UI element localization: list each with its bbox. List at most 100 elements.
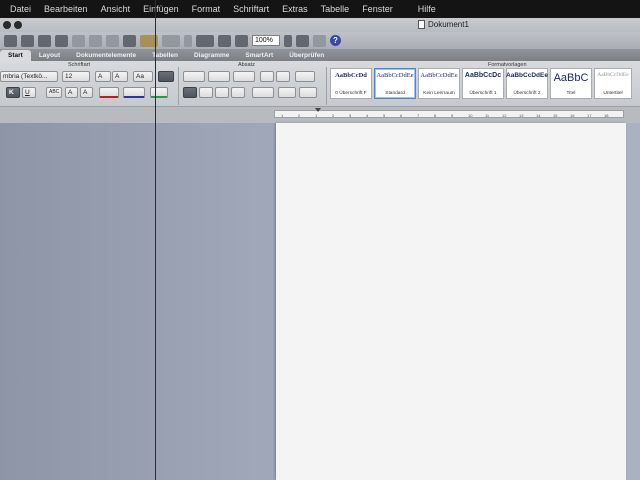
ruler-tick-label: 14 bbox=[536, 113, 541, 118]
ruler-tick-label: 7 bbox=[417, 113, 420, 118]
strikethrough-button[interactable]: ABC bbox=[46, 87, 62, 98]
cut-icon[interactable] bbox=[72, 34, 85, 47]
ruler-tick-label: 2 bbox=[298, 113, 301, 118]
new-document-icon[interactable] bbox=[4, 34, 17, 47]
minimize-window-button[interactable] bbox=[14, 21, 22, 29]
ruler-tick-label: 15 bbox=[553, 113, 558, 118]
ribbon-panel: Schriftart Absatz Formatvorlagen mbria (… bbox=[0, 61, 640, 107]
style-preview: AaBbCcDdEe bbox=[597, 72, 629, 78]
menu-ansicht[interactable]: Ansicht bbox=[101, 4, 131, 14]
superscript-button[interactable]: A bbox=[65, 87, 78, 98]
font-size-select[interactable]: 12 bbox=[62, 71, 90, 82]
group-label-font: Schriftart bbox=[68, 62, 91, 68]
redo-icon[interactable] bbox=[162, 34, 180, 47]
tab-smartart[interactable]: SmartArt bbox=[237, 50, 281, 61]
style-heading-1[interactable]: AaBbCcDc Überschrift 1 bbox=[462, 68, 504, 99]
print-icon[interactable] bbox=[55, 34, 68, 47]
screen-reflection-line bbox=[155, 0, 156, 480]
font-size-icon[interactable] bbox=[313, 34, 326, 47]
style-subtitle[interactable]: AaBbCcDdEe Untertitel bbox=[594, 68, 632, 99]
format-painter-icon[interactable] bbox=[123, 34, 136, 47]
decrease-indent-button[interactable] bbox=[260, 71, 274, 82]
table-icon[interactable] bbox=[218, 34, 231, 47]
sort-button[interactable] bbox=[299, 87, 317, 98]
indent-marker[interactable] bbox=[315, 108, 321, 112]
tab-layout[interactable]: Layout bbox=[31, 50, 68, 61]
style-heading-f[interactable]: AaBbCcDd 0 Überschrift F bbox=[330, 68, 372, 99]
copy-icon[interactable] bbox=[89, 34, 102, 47]
sidebar-icon[interactable] bbox=[196, 34, 214, 47]
horizontal-ruler[interactable]: 1 2 1 2 3 4 5 6 7 8 9 10 11 12 13 14 15 16 17 18 bbox=[274, 108, 624, 118]
ruler-tick-label: 11 bbox=[485, 113, 490, 118]
ruler-tick-label: 17 bbox=[587, 113, 592, 118]
zoom-dropdown-icon[interactable] bbox=[284, 34, 292, 47]
font-name-select[interactable]: mbria (Textkö... bbox=[0, 71, 58, 82]
ruler-tick-label: 1 bbox=[315, 113, 318, 118]
menu-bearbeiten[interactable]: Bearbeiten bbox=[44, 4, 88, 14]
menu-format[interactable]: Format bbox=[192, 4, 221, 14]
font-color-button[interactable] bbox=[99, 87, 119, 98]
document-canvas bbox=[0, 123, 640, 480]
style-name: Untertitel bbox=[603, 91, 623, 96]
menu-einfuegen[interactable]: Einfügen bbox=[143, 4, 179, 14]
underline-button[interactable]: U bbox=[22, 87, 36, 98]
style-name: Titel bbox=[566, 91, 576, 96]
tab-tabellen[interactable]: Tabellen bbox=[144, 50, 186, 61]
ruler-tick-label: 9 bbox=[451, 113, 454, 118]
align-center-button[interactable] bbox=[199, 87, 213, 98]
style-standard[interactable]: AaBbCcDdEe Standard bbox=[374, 68, 416, 99]
style-name: Überschrift 1 bbox=[469, 91, 497, 96]
clear-format-icon[interactable] bbox=[158, 71, 174, 82]
style-preview: AaBbCcDdEe bbox=[420, 72, 458, 79]
change-case-button[interactable]: Aa bbox=[133, 71, 153, 82]
ruler-tick-label: 4 bbox=[366, 113, 369, 118]
bold-button[interactable]: K bbox=[6, 87, 20, 98]
numbering-button[interactable] bbox=[208, 71, 230, 82]
menu-schriftart[interactable]: Schriftart bbox=[233, 4, 269, 14]
window-title-text: Dokument1 bbox=[428, 20, 469, 29]
subscript-button[interactable]: A bbox=[80, 87, 93, 98]
menu-tabelle[interactable]: Tabelle bbox=[321, 4, 350, 14]
menu-fenster[interactable]: Fenster bbox=[362, 4, 393, 14]
menu-datei[interactable]: Datei bbox=[10, 4, 31, 14]
align-left-button[interactable] bbox=[183, 87, 197, 98]
bullets-button[interactable] bbox=[183, 71, 205, 82]
style-title[interactable]: AaBbC Titel bbox=[550, 68, 592, 99]
save-icon[interactable] bbox=[38, 34, 51, 47]
shrink-font-button[interactable]: A bbox=[112, 71, 128, 82]
tab-ueberpruefen[interactable]: Überprüfen bbox=[281, 50, 332, 61]
style-heading-2[interactable]: AaBbCcDdEe Überschrift 2 bbox=[506, 68, 548, 99]
tab-dokumentelemente[interactable]: Dokumentelemente bbox=[68, 50, 144, 61]
tab-diagramme[interactable]: Diagramme bbox=[186, 50, 237, 61]
ruler-tick-label: 10 bbox=[468, 113, 473, 118]
media-browser-icon[interactable] bbox=[296, 34, 309, 47]
pilcrow-icon[interactable] bbox=[184, 34, 192, 47]
zoom-field[interactable]: 100% bbox=[252, 35, 280, 46]
grow-font-button[interactable]: A bbox=[95, 71, 111, 82]
help-icon[interactable]: ? bbox=[330, 35, 341, 46]
ribbon-tabs: Start Layout Dokumentelemente Tabellen D… bbox=[0, 49, 640, 61]
line-spacing-button[interactable] bbox=[252, 87, 274, 98]
ruler-bar: 1 2 1 2 3 4 5 6 7 8 9 10 11 12 13 14 15 16 17 18 bbox=[0, 107, 640, 123]
shading-button[interactable] bbox=[278, 87, 296, 98]
ribbon-separator bbox=[326, 67, 327, 105]
columns-icon[interactable] bbox=[235, 34, 248, 47]
align-right-button[interactable] bbox=[215, 87, 229, 98]
borders-button[interactable] bbox=[295, 71, 315, 82]
multilevel-list-button[interactable] bbox=[233, 71, 255, 82]
style-name: 0 Überschrift F bbox=[335, 91, 367, 96]
open-icon[interactable] bbox=[21, 34, 34, 47]
justify-button[interactable] bbox=[231, 87, 245, 98]
text-effects-button[interactable] bbox=[150, 87, 168, 98]
style-no-spacing[interactable]: AaBbCcDdEe Kein Leerraum bbox=[418, 68, 460, 99]
menu-hilfe[interactable]: Hilfe bbox=[418, 4, 436, 14]
close-window-button[interactable] bbox=[3, 21, 11, 29]
paste-icon[interactable] bbox=[106, 34, 119, 47]
tab-start[interactable]: Start bbox=[0, 50, 31, 61]
ruler-tick-label: 6 bbox=[400, 113, 403, 118]
document-page[interactable] bbox=[276, 123, 626, 480]
highlight-color-button[interactable] bbox=[123, 87, 145, 98]
style-preview: AaBbCcDd bbox=[335, 72, 367, 79]
menu-extras[interactable]: Extras bbox=[282, 4, 308, 14]
increase-indent-button[interactable] bbox=[276, 71, 290, 82]
